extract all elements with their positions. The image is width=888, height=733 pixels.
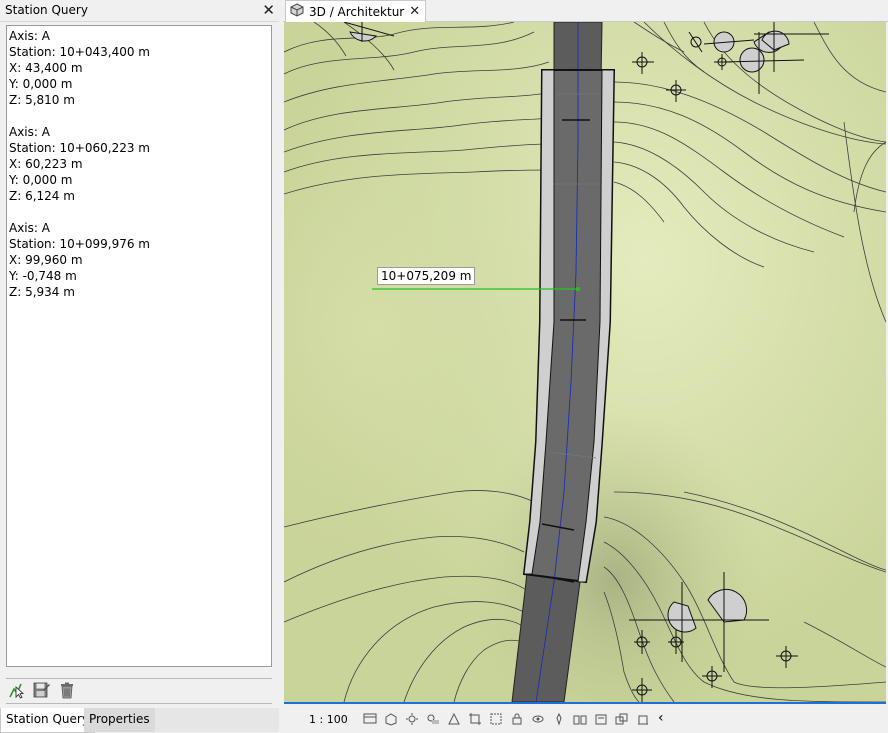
panel-tabs: Station Query Properties (0, 708, 279, 733)
station-readout-label: 10+075,209 m (377, 267, 476, 285)
result-group-2: Axis: A Station: 10+060,223 m X: 60,223 … (9, 124, 269, 204)
analytical-model-icon[interactable] (636, 712, 650, 726)
result-group-3: Axis: A Station: 10+099,976 m X: 99,960 … (9, 220, 269, 300)
pick-station-icon[interactable] (8, 681, 26, 699)
shadows-icon[interactable] (426, 712, 440, 726)
tab-station-query[interactable]: Station Query (0, 708, 95, 733)
temporary-properties-icon[interactable] (594, 712, 608, 726)
render-icon[interactable] (447, 712, 461, 726)
result-axis: Axis: A (9, 125, 50, 139)
result-z: Z: 6,124 m (9, 189, 75, 203)
result-x: X: 99,960 m (9, 253, 83, 267)
viewport-panel: 3D / Architektur ✕ 10+075,209 m 1: 100 … (283, 0, 888, 732)
result-x: X: 60,223 m (9, 157, 83, 171)
3d-viewport[interactable]: 10+075,209 m (284, 22, 886, 704)
result-x: X: 43,400 m (9, 61, 83, 75)
panel-toolbar (6, 678, 272, 704)
lock-view-icon[interactable] (510, 712, 524, 726)
temporary-hide-icon[interactable] (531, 712, 545, 726)
result-station: Station: 10+060,223 m (9, 141, 150, 155)
detail-level-icon[interactable] (363, 712, 377, 726)
result-axis: Axis: A (9, 29, 50, 43)
save-icon[interactable] (32, 681, 50, 699)
document-tab-label: 3D / Architektur (309, 4, 405, 19)
terrain-drawing[interactable] (284, 22, 886, 702)
tab-properties[interactable]: Properties (84, 708, 155, 732)
station-query-panel: Station Query ✕ Axis: A Station: 10+043,… (0, 0, 279, 733)
view-scale[interactable]: 1 : 100 (309, 713, 348, 726)
result-y: Y: 0,000 m (9, 173, 73, 187)
panel-title: Station Query (5, 3, 88, 17)
document-tab-bar: 3D / Architektur ✕ (283, 0, 888, 22)
result-axis: Axis: A (9, 221, 50, 235)
panel-close-icon[interactable]: ✕ (262, 1, 275, 19)
worksharing-icon[interactable] (573, 712, 587, 726)
result-station: Station: 10+099,976 m (9, 237, 150, 251)
sun-path-icon[interactable] (405, 712, 419, 726)
visual-style-icon[interactable] (384, 712, 398, 726)
collapse-icon[interactable]: ‹ (658, 711, 672, 726)
tab-3d-architektur[interactable]: 3D / Architektur ✕ (285, 0, 427, 22)
highlight-displacement-icon[interactable] (615, 712, 629, 726)
result-y: Y: 0,000 m (9, 77, 73, 91)
results-list: Axis: A Station: 10+043,400 m X: 43,400 … (6, 25, 272, 667)
result-station: Station: 10+043,400 m (9, 45, 150, 59)
3d-view-icon (290, 3, 304, 20)
trash-icon[interactable] (58, 681, 76, 699)
show-crop-icon[interactable] (489, 712, 503, 726)
result-z: Z: 5,934 m (9, 285, 75, 299)
view-status-bar: 1 : 100 ‹ (283, 706, 888, 732)
document-close-icon[interactable]: ✕ (409, 4, 420, 19)
crop-view-icon[interactable] (468, 712, 482, 726)
result-group-1: Axis: A Station: 10+043,400 m X: 43,400 … (9, 28, 269, 108)
result-y: Y: -0,748 m (9, 269, 77, 283)
reveal-hidden-icon[interactable] (552, 712, 566, 726)
panel-title-bar: Station Query ✕ (0, 0, 279, 22)
result-z: Z: 5,810 m (9, 93, 75, 107)
